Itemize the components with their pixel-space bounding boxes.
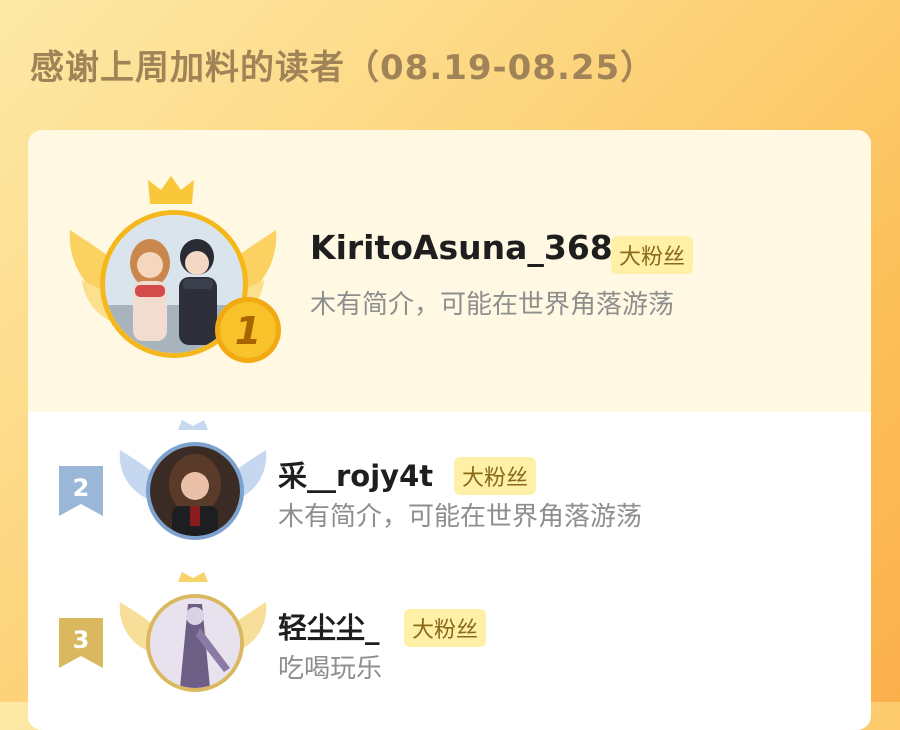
reader-avatar-2[interactable] (146, 442, 244, 540)
rank-2-ribbon-icon: 2 (59, 466, 103, 516)
rank-3-ribbon-icon: 3 (59, 618, 103, 668)
reader-ranking-card: 1 KiritoAsuna_368 大粉丝 木有简介，可能在世界角落游荡 2 采… (28, 130, 871, 730)
fan-level-badge: 大粉丝 (611, 236, 694, 274)
reader-bio: 吃喝玩乐 (278, 654, 383, 684)
fan-level-badge: 大粉丝 (404, 609, 487, 647)
page-title: 感谢上周加料的读者（08.19-08.25） (30, 48, 656, 88)
reader-name[interactable]: 采__rojy4t (278, 453, 433, 495)
svg-text:1: 1 (235, 309, 261, 353)
reader-avatar-3[interactable] (146, 594, 244, 692)
reader-name[interactable]: KiritoAsuna_368 (310, 228, 613, 267)
reader-name[interactable]: 轻尘尘_ (278, 605, 380, 647)
fan-level-badge: 大粉丝 (454, 457, 537, 495)
svg-text:3: 3 (73, 626, 90, 654)
crown-icon (148, 176, 194, 204)
reader-bio: 木有简介，可能在世界角落游荡 (278, 502, 643, 532)
reader-bio: 木有简介，可能在世界角落游荡 (310, 290, 675, 320)
rank-1-gold-medal-icon: 1 (215, 297, 281, 363)
svg-text:2: 2 (73, 474, 90, 502)
